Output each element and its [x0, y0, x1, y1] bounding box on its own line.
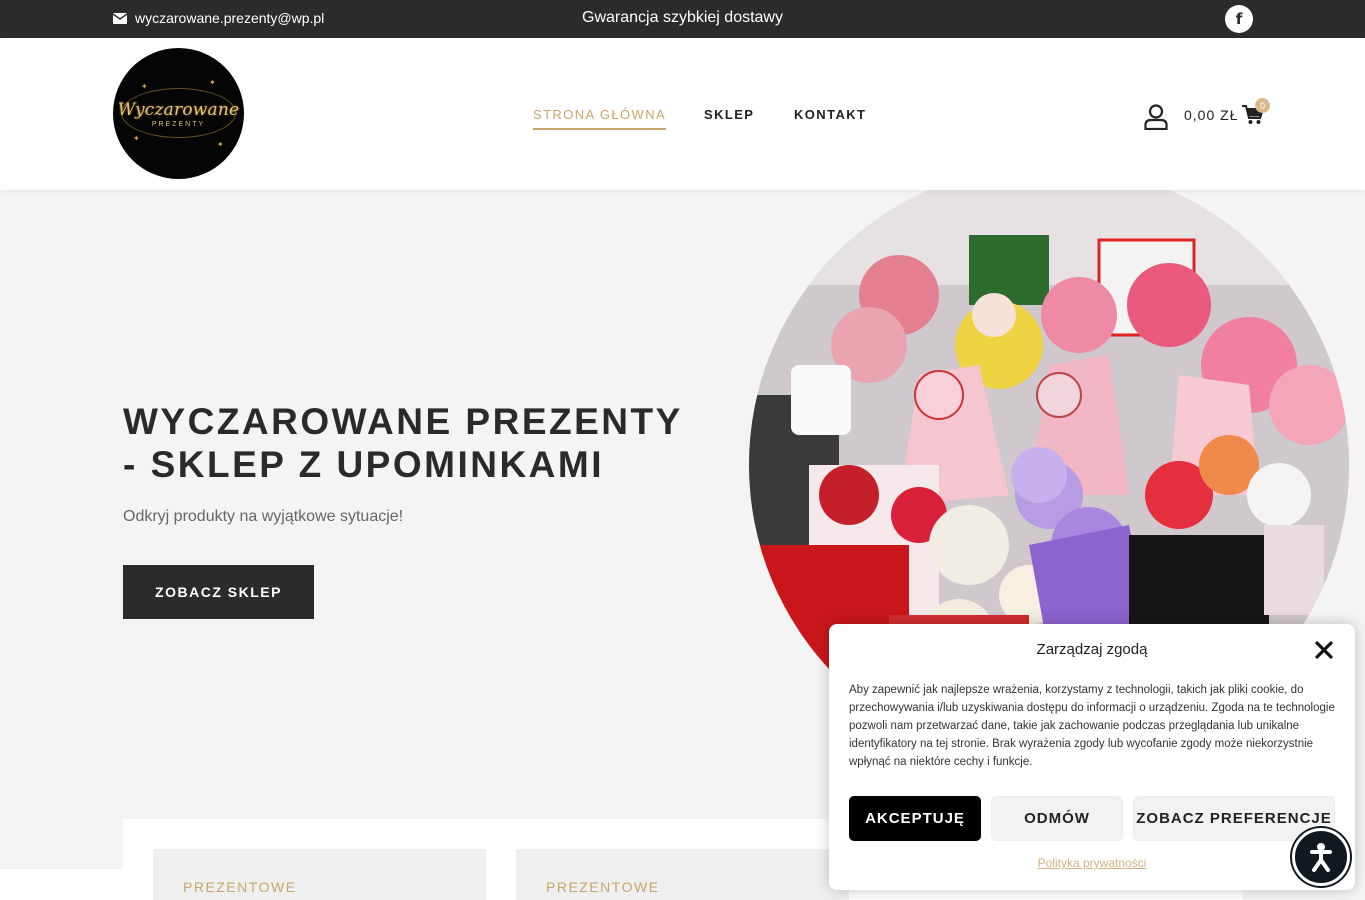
white-strip — [0, 869, 124, 900]
category-card[interactable]: PREZENTOWE — [516, 849, 849, 900]
promo-text: Gwarancja szybkiej dostawy — [582, 9, 783, 26]
privacy-policy-link[interactable]: Polityka prywatności — [829, 856, 1355, 870]
site-logo[interactable]: ✦ ✦ ✦ ✦ Wyczarowane PREZENTY — [113, 48, 244, 179]
site-header: ✦ ✦ ✦ ✦ Wyczarowane PREZENTY STRONA GŁÓW… — [0, 38, 1365, 190]
top-bar: wyczarowane.prezenty@wp.pl Gwarancja szy… — [0, 0, 1365, 38]
accessibility-icon[interactable] — [1292, 828, 1350, 886]
accessibility-figure-icon — [1310, 843, 1332, 872]
close-icon[interactable] — [1315, 641, 1333, 659]
sparkle-icon: ✦ — [141, 82, 148, 91]
nav-contact[interactable]: KONTAKT — [794, 107, 866, 122]
sparkle-icon: ✦ — [209, 78, 216, 87]
deny-button[interactable]: ODMÓW — [991, 796, 1123, 841]
hero-subtitle: Odkryj produkty na wyjątkowe sytuacje! — [123, 508, 404, 525]
category-label: PREZENTOWE — [546, 879, 660, 895]
cookie-consent-modal: Zarządzaj zgodą Aby zapewnić jak najleps… — [829, 624, 1355, 890]
modal-body: Aby zapewnić jak najlepsze wrażenia, kor… — [849, 684, 1335, 768]
logo-ring — [121, 88, 236, 138]
accept-button[interactable]: AKCEPTUJĘ — [849, 796, 981, 841]
user-icon[interactable] — [1144, 104, 1168, 130]
cart-total[interactable]: 0,00 ZŁ — [1184, 107, 1238, 123]
modal-title: Zarządzaj zgodą — [1036, 641, 1148, 658]
sparkle-icon: ✦ — [133, 134, 140, 143]
category-card[interactable]: PREZENTOWE — [153, 849, 486, 900]
nav-shop[interactable]: SKLEP — [704, 107, 754, 122]
facebook-icon[interactable]: f — [1225, 5, 1253, 33]
hero-title: WYCZAROWANE PREZENTY - SKLEP Z UPOMINKAM… — [123, 401, 683, 485]
category-label: PREZENTOWE — [183, 879, 297, 895]
sparkle-icon: ✦ — [217, 140, 224, 149]
nav-home[interactable]: STRONA GŁÓWNA — [533, 107, 667, 130]
cart-count-badge: 0 — [1255, 98, 1270, 113]
shop-button[interactable]: ZOBACZ SKLEP — [123, 565, 314, 619]
